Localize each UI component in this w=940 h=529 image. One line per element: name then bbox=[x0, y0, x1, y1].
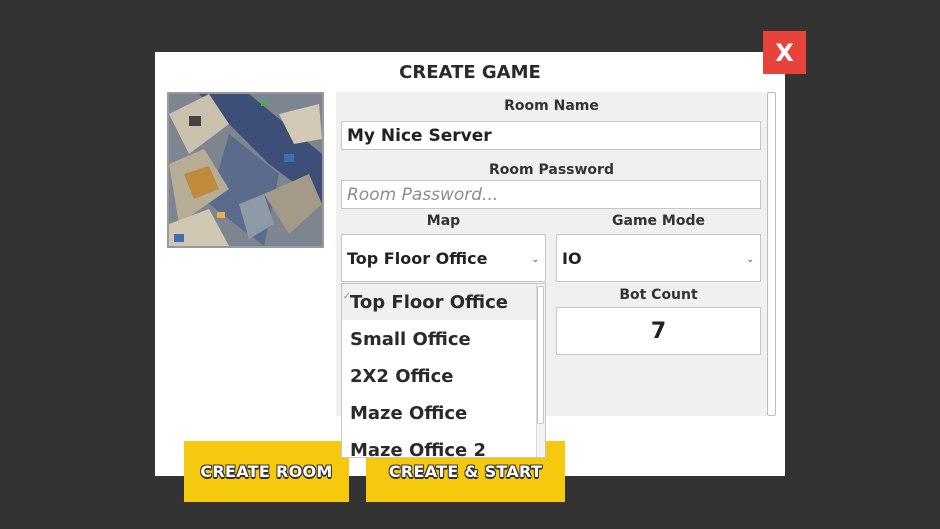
bot-count-label: Bot Count bbox=[619, 287, 698, 303]
create-room-button[interactable]: CREATE ROOM bbox=[184, 441, 349, 502]
map-select[interactable]: Top Floor Office ⌄ bbox=[341, 234, 546, 282]
check-icon: ✓ bbox=[343, 292, 351, 302]
room-name-label: Room Name bbox=[504, 98, 599, 114]
map-option[interactable]: 2X2 Office bbox=[342, 358, 537, 394]
dropdown-scrollbar-thumb[interactable] bbox=[537, 286, 544, 424]
map-option[interactable]: Maze Office 2 bbox=[342, 432, 537, 458]
map-option-label: Top Floor Office bbox=[350, 291, 509, 313]
room-password-label: Room Password bbox=[489, 162, 614, 178]
bot-count-input[interactable]: 7 bbox=[556, 307, 761, 355]
map-thumbnail-graphic bbox=[169, 94, 322, 246]
game-mode-label: Game Mode bbox=[612, 213, 705, 229]
game-mode-select[interactable]: IO ⌄ bbox=[556, 234, 761, 282]
close-button[interactable]: X bbox=[763, 31, 806, 74]
chevron-down-icon: ⌄ bbox=[746, 255, 754, 265]
map-preview-image bbox=[167, 92, 324, 248]
form-scrollbar[interactable] bbox=[767, 92, 776, 416]
game-mode-select-value: IO bbox=[562, 248, 582, 268]
dialog-title: CREATE GAME bbox=[399, 62, 541, 83]
map-select-value: Top Floor Office bbox=[347, 248, 488, 268]
map-option[interactable]: ✓ Top Floor Office bbox=[342, 284, 537, 320]
map-dropdown-list: ✓ Top Floor Office Small Office 2X2 Offi… bbox=[341, 283, 546, 458]
chevron-down-icon: ⌄ bbox=[531, 255, 539, 265]
room-password-input[interactable]: Room Password... bbox=[341, 180, 761, 209]
map-option[interactable]: Small Office bbox=[342, 321, 537, 357]
room-name-input[interactable]: My Nice Server bbox=[341, 121, 761, 150]
map-label: Map bbox=[426, 213, 461, 229]
map-option[interactable]: Maze Office bbox=[342, 395, 537, 431]
